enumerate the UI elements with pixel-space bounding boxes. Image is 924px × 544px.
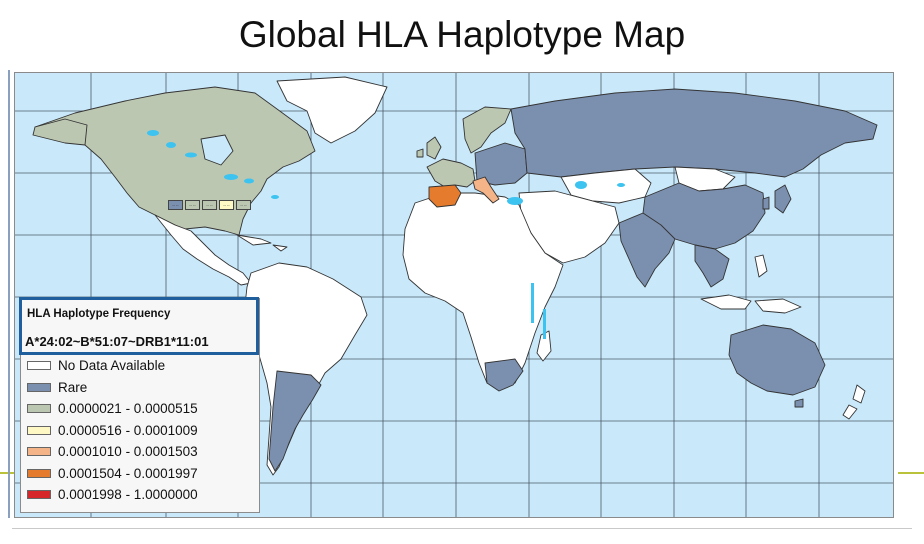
legend-label: 0.0001010 - 0.0001503 (58, 444, 198, 460)
legend-swatch (27, 447, 51, 457)
legend-item: 0.0001504 - 0.0001997 (27, 463, 255, 485)
legend-swatch (27, 468, 51, 478)
legend-label: 0.0001504 - 0.0001997 (58, 465, 198, 481)
legend-swatch (27, 490, 51, 500)
slide-title: Global HLA Haplotype Map (238, 14, 686, 55)
legend-header: HLA Haplotype Frequency A*24:02~B*51:07~… (19, 297, 259, 355)
inset-legend: -- -- -- -- -- -- -- -- -- -- (168, 200, 251, 210)
legend-label: No Data Available (58, 358, 166, 374)
inset-legend-box: -- -- (202, 200, 217, 210)
legend-label: 0.0001998 - 1.0000000 (58, 487, 198, 503)
legend-item: 0.0000516 - 0.0001009 (27, 420, 255, 442)
inset-legend-box: -- -- (168, 200, 183, 210)
legend-item: 0.0000021 - 0.0000515 (27, 398, 255, 420)
bottom-rule (12, 528, 912, 529)
legend-items: No Data Available Rare 0.0000021 - 0.000… (27, 355, 255, 506)
inset-legend-box: -- -- (219, 200, 234, 210)
legend-swatch (27, 425, 51, 435)
left-rule (8, 70, 10, 518)
legend-item: Rare (27, 377, 255, 399)
legend-haplotype: A*24:02~B*51:07~DRB1*11:01 (25, 334, 209, 349)
legend-swatch (27, 404, 51, 414)
inset-legend-box: -- -- (185, 200, 200, 210)
legend-swatch (27, 361, 51, 371)
legend-label: Rare (58, 379, 88, 395)
legend-title: HLA Haplotype Frequency (27, 308, 171, 320)
legend-label: 0.0000516 - 0.0001009 (58, 422, 198, 438)
legend-item: 0.0001998 - 1.0000000 (27, 484, 255, 506)
legend-item: 0.0001010 - 0.0001503 (27, 441, 255, 463)
legend-label: 0.0000021 - 0.0000515 (58, 401, 198, 417)
inset-legend-box: -- -- (236, 200, 251, 210)
legend-item: No Data Available (27, 355, 255, 377)
decorative-line-right (898, 472, 924, 474)
map-legend: HLA Haplotype Frequency A*24:02~B*51:07~… (19, 297, 260, 513)
legend-swatch (27, 382, 51, 392)
decorative-line-left (0, 472, 14, 474)
